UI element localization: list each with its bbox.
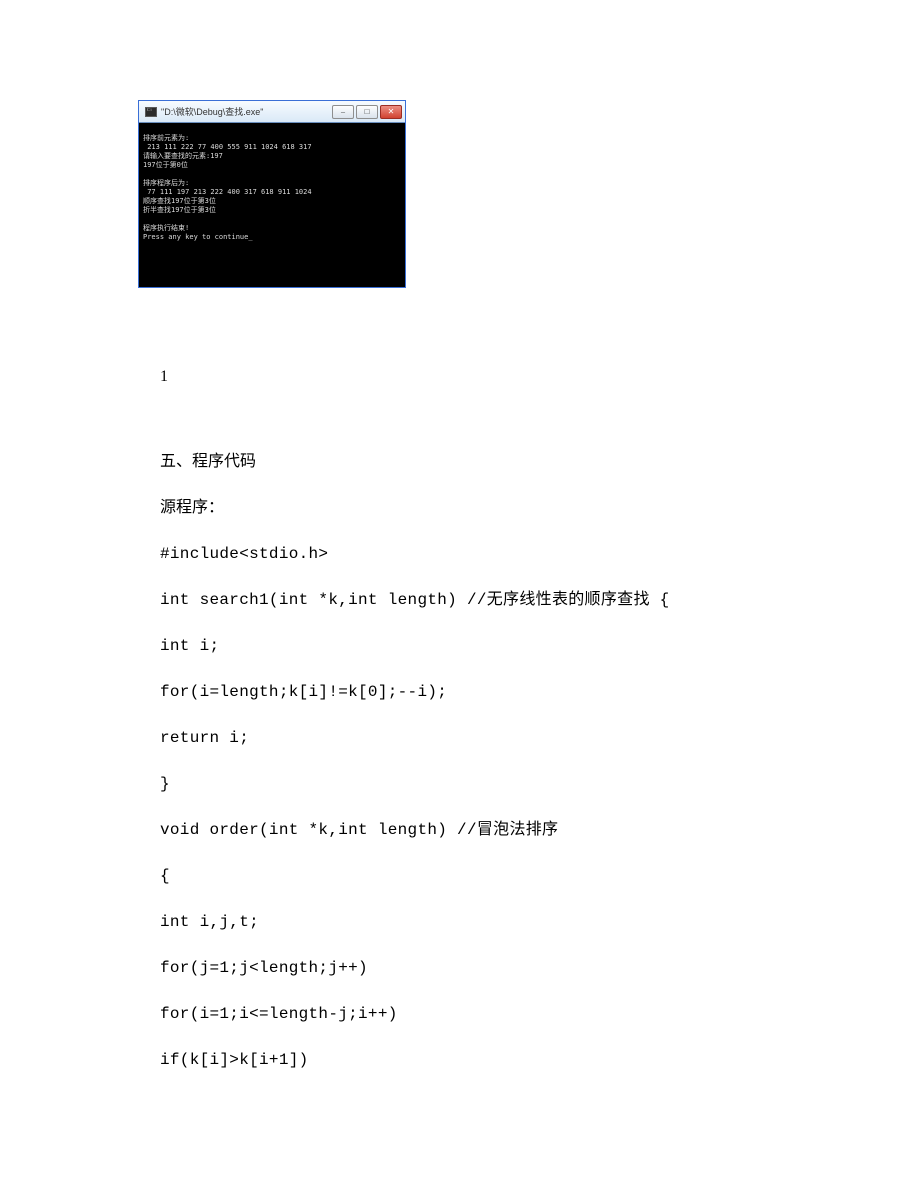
page-number: 1 (160, 368, 760, 386)
code-line: if(k[i]>k[i+1]) (160, 1044, 760, 1076)
close-icon: ✕ (388, 108, 395, 116)
code-line: } (160, 768, 760, 800)
titlebar-left: "D:\微软\Debug\查找.exe" (145, 105, 263, 118)
code-line: { (160, 860, 760, 892)
code-line: void order(int *k,int length) //冒泡法排序 (160, 814, 760, 846)
console-line: 77 111 197 213 222 400 317 618 911 1024 (143, 188, 312, 196)
console-line: 顺序查找197位于第3位 (143, 197, 216, 205)
cmd-icon (145, 107, 157, 117)
code-line: int i; (160, 630, 760, 662)
console-line: 213 111 222 77 400 555 911 1024 618 317 (143, 143, 312, 151)
console-line: 折半查找197位于第3位 (143, 206, 216, 214)
section-header: 五、程序代码 (160, 446, 760, 478)
sub-header: 源程序： (160, 492, 760, 524)
code-line: for(i=length;k[i]!=k[0];--i); (160, 676, 760, 708)
console-line: 请输入要查找的元素:197 (143, 152, 223, 160)
console-line: 排序程序后为: (143, 179, 189, 187)
code-line: return i; (160, 722, 760, 754)
console-line: 程序执行结束! (143, 224, 189, 232)
console-line: Press any key to continue_ (143, 233, 253, 241)
console-screenshot: "D:\微软\Debug\查找.exe" – □ ✕ 排序前元素为: 213 1… (138, 100, 406, 288)
minimize-icon: – (341, 108, 345, 116)
maximize-button[interactable]: □ (356, 105, 378, 119)
code-line: #include<stdio.h> (160, 538, 760, 570)
console-line: 排序前元素为: (143, 134, 189, 142)
code-line: int search1(int *k,int length) //无序线性表的顺… (160, 584, 760, 616)
console-body: 排序前元素为: 213 111 222 77 400 555 911 1024 … (139, 123, 405, 287)
console-title: "D:\微软\Debug\查找.exe" (161, 105, 263, 118)
titlebar-buttons: – □ ✕ (332, 105, 402, 119)
code-line: int i,j,t; (160, 906, 760, 938)
console-line: 197位于第0位 (143, 161, 188, 169)
code-line: for(i=1;i<=length-j;i++) (160, 998, 760, 1030)
code-line: for(j=1;j<length;j++) (160, 952, 760, 984)
console-titlebar: "D:\微软\Debug\查找.exe" – □ ✕ (139, 101, 405, 123)
maximize-icon: □ (365, 108, 370, 116)
minimize-button[interactable]: – (332, 105, 354, 119)
close-button[interactable]: ✕ (380, 105, 402, 119)
